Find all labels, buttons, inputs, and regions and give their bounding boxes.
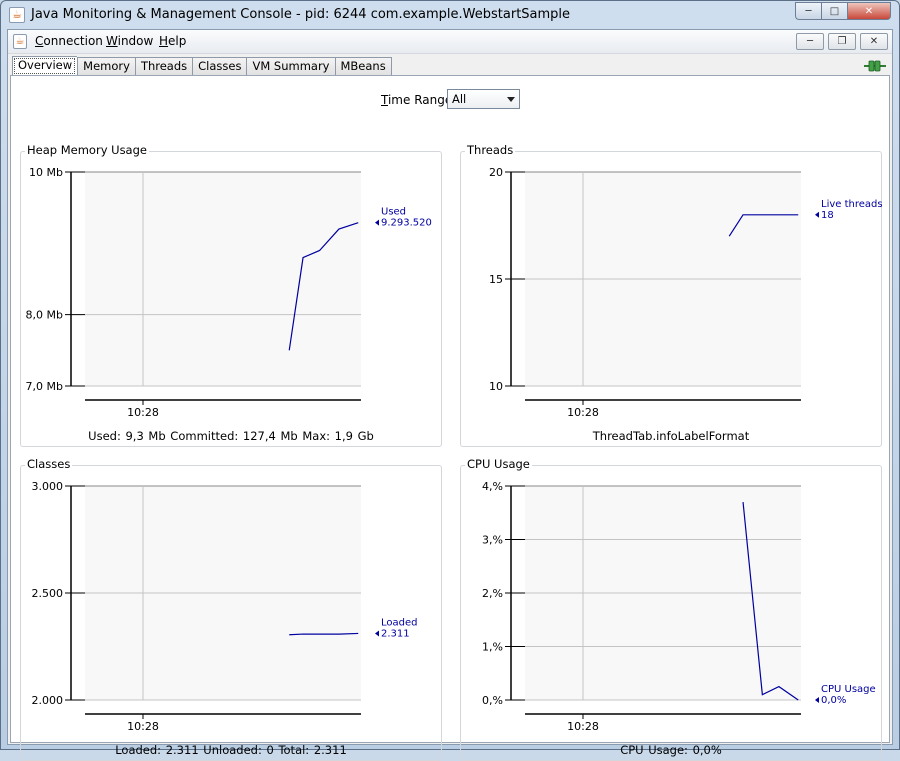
cpu-usage-chart: 4,% 3,% 2,% 1,% 0,% 10:28 CPU Usage0,0% [482, 480, 876, 733]
tab-mbeans[interactable]: MBeans [334, 57, 392, 76]
time-range-label: Time Range: [381, 93, 457, 107]
threads-info: ThreadTab.infoLabelFormat [592, 429, 750, 443]
internal-frame-controls: ─ ❐ ✕ [796, 33, 888, 50]
y-tick-label: 7,0 Mb [26, 380, 63, 393]
heap-memory-chart: 10 Mb 8,0 Mb 7,0 Mb 10:28 Used9.293.520 [26, 166, 432, 419]
cpu-usage-info: CPU Usage: 0,0% [620, 743, 722, 757]
menu-connection[interactable]: Connection [35, 34, 103, 48]
y-tick-label: 10 [489, 380, 503, 393]
x-tick-label: 10:28 [127, 720, 159, 733]
y-tick-label: 10 Mb [29, 166, 63, 179]
y-tick-label: 20 [489, 166, 503, 179]
y-tick-label: 3.000 [32, 480, 64, 493]
java-app-icon: ☕ [9, 7, 25, 23]
connection-status-icon[interactable] [864, 58, 886, 74]
y-tick-label: 8,0 Mb [26, 309, 63, 322]
title-bar[interactable]: ☕ Java Monitoring & Management Console -… [1, 1, 899, 29]
chevron-down-icon [507, 97, 515, 102]
y-tick-label: 1,% [482, 641, 503, 654]
menu-bar: ☕ Connection Window Help ─ ❐ ✕ [8, 30, 892, 54]
series-name-label: CPU Usage [821, 684, 876, 695]
x-tick-label: 10:28 [567, 720, 599, 733]
tab-vm-summary[interactable]: VM Summary [246, 57, 335, 76]
heap-memory-info: Used: 9,3 Mb Committed: 127,4 Mb Max: 1,… [88, 429, 374, 443]
series-name-label: Loaded [381, 617, 418, 628]
tab-memory[interactable]: Memory [77, 57, 135, 76]
close-button[interactable]: ✕ [847, 2, 891, 20]
series-marker [815, 697, 819, 703]
x-tick-label: 10:28 [567, 406, 599, 419]
app-window: ☕ Java Monitoring & Management Console -… [0, 0, 900, 761]
window-title: Java Monitoring & Management Console - p… [31, 7, 571, 22]
y-tick-label: 2,% [482, 587, 503, 600]
classes-chart: 3.000 2.500 2.000 10:28 Loaded2.311 [32, 480, 418, 733]
threads-chart: 20 15 10 10:28 Live threads18 [489, 166, 883, 419]
y-tick-label: 0,% [482, 694, 503, 707]
window-controls: ─ □ ✕ [795, 2, 891, 20]
frame-close-button[interactable]: ✕ [860, 33, 888, 50]
y-tick-label: 15 [489, 273, 503, 286]
tab-bar: Overview Memory Threads Classes VM Summa… [12, 56, 392, 76]
menu-window[interactable]: Window [106, 34, 153, 48]
classes-panel: Classes 3.000 2.500 2.000 10:28 Loaded 2.311 … [20, 457, 442, 761]
series-marker [375, 219, 379, 226]
series-value-label: 9.293.520 [381, 218, 432, 229]
minimize-button[interactable]: ─ [795, 2, 821, 20]
overview-content: Time Range: All Heap Memory Usage 10 Mb 8… [10, 75, 890, 761]
tab-classes[interactable]: Classes [192, 57, 247, 76]
series-value-label: 0,0% [821, 695, 846, 706]
cpu-usage-panel: CPU Usage 4,% 3,% 2,% 1,% 0,% 10:28 CPU Usage 0… [460, 457, 882, 761]
series-value-label: 18 [821, 210, 834, 221]
y-tick-label: 3,% [482, 534, 503, 547]
series-marker [815, 211, 819, 218]
series-value-label: 2.311 [381, 628, 410, 639]
classes-info: Loaded: 2.311 Unloaded: 0 Total: 2.311 [115, 743, 347, 757]
y-tick-label: 2.500 [32, 587, 64, 600]
menu-help[interactable]: Help [159, 34, 186, 48]
internal-frame-icon[interactable]: ☕ [13, 34, 27, 49]
series-name-label: Live threads [821, 199, 883, 210]
tab-threads[interactable]: Threads [134, 57, 193, 76]
y-tick-label: 4,% [482, 480, 503, 493]
client-area: ☕ Connection Window Help ─ ❐ ✕ Overview … [7, 29, 893, 761]
series-marker [375, 630, 379, 637]
tab-overview[interactable]: Overview [12, 56, 78, 76]
frame-minimize-button[interactable]: ─ [796, 33, 824, 50]
threads-panel: Threads 20 15 10 10:28 Live threads 18 Thread… [460, 143, 883, 447]
x-tick-label: 10:28 [127, 406, 159, 419]
frame-restore-button[interactable]: ❐ [828, 33, 856, 50]
plot-area [85, 172, 361, 386]
series-name-label: Used [381, 207, 406, 218]
maximize-button[interactable]: □ [821, 2, 847, 20]
heap-memory-panel: Heap Memory Usage 10 Mb 8,0 Mb 7,0 Mb 10:28… [20, 143, 442, 447]
y-tick-label: 2.000 [32, 694, 64, 707]
time-range-value: All [452, 92, 467, 106]
time-range-select[interactable]: All [447, 89, 520, 109]
